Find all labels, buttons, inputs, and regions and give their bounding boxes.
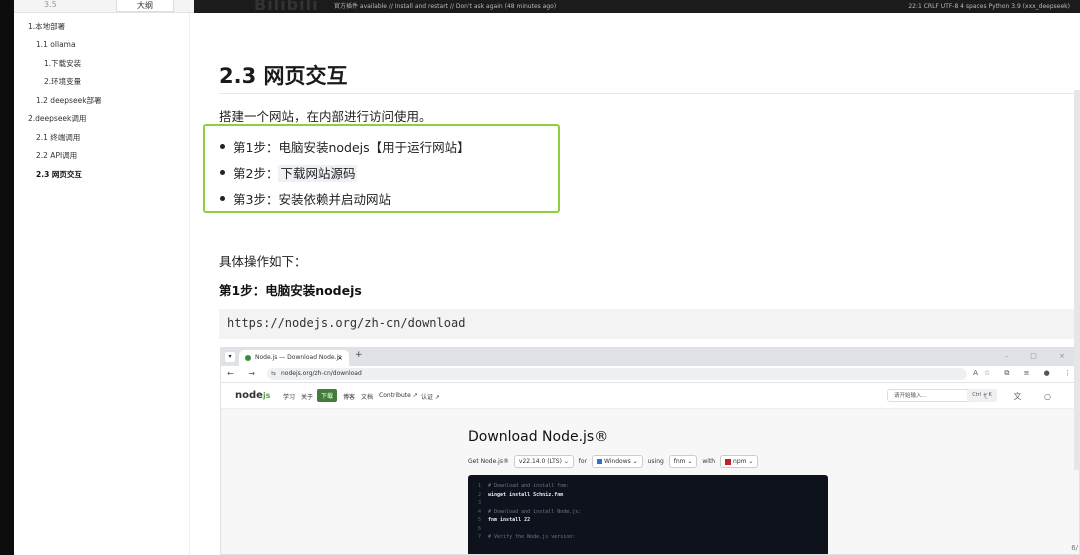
nav-link[interactable]: 博客 — [343, 392, 355, 401]
pkg-select[interactable]: npm ⌄ — [720, 455, 759, 468]
toc-item[interactable]: 1.下载安装 — [44, 58, 81, 69]
nav-link[interactable]: 关于 — [301, 392, 313, 401]
code-url[interactable]: https://nodejs.org/zh-cn/download — [227, 316, 465, 330]
bullet-icon — [220, 170, 225, 175]
step-item: 第3步：安装依赖并启动网站 — [220, 189, 391, 208]
document-view: 2.3 网页交互 搭建一个网站，在内部进行访问使用。 第1步：电脑安装nodej… — [190, 13, 1080, 555]
close-tab-icon[interactable]: × — [337, 350, 343, 366]
toc-item[interactable]: 1.2 deepseek部署 — [36, 95, 102, 106]
nav-link[interactable]: 文档 — [361, 392, 373, 401]
browser-address-bar: ← → C ⇆ nodejs.org/zh-cn/download A☆ ⧉ ≡… — [221, 366, 1079, 383]
download-title: Download Node.js® — [468, 429, 609, 445]
browser-tab-title: Node.js — Download Node.js — [255, 354, 342, 361]
browser-toolbar-icons[interactable]: A☆ ⧉ ≡ ● ⋮ — [973, 369, 1077, 378]
version-select[interactable]: v22.14.0 (LTS) ⌄ — [513, 455, 574, 468]
site-header-icons[interactable]: ☾ 文 ○ — [984, 391, 1061, 402]
terminal-line: 5 fnm install 22 — [478, 517, 531, 523]
step-prefix: 第3步： — [233, 192, 279, 207]
step-text: 安装依赖并启动网站 — [278, 192, 391, 207]
outline-sidebar: 1.本地部署 1.1 ollama 1.下载安装 2.环境变量 1.2 deep… — [14, 13, 190, 555]
for-label: for — [578, 458, 588, 465]
with-label: with — [702, 458, 716, 465]
scrollbar[interactable] — [1074, 90, 1080, 470]
page-counter: 6/ — [1071, 544, 1078, 552]
terminal-line: 3 — [478, 500, 482, 506]
bullet-icon — [220, 144, 225, 149]
get-label: Get Node.js® — [468, 458, 509, 465]
toc-item[interactable]: 1.1 ollama — [36, 40, 76, 49]
nav-link[interactable]: 学习 — [283, 392, 295, 401]
toc-item[interactable]: 1.本地部署 — [28, 21, 65, 32]
site-info-icon[interactable]: ⇆ — [271, 368, 276, 380]
terminal-line: 7 # Verify the Node.js version: — [478, 534, 576, 540]
terminal-line: 2 winget install Schniz.fnm — [478, 491, 564, 498]
bullet-icon — [220, 196, 225, 201]
toc-item-active[interactable]: 2.3 网页交互 — [36, 169, 82, 180]
code-block[interactable]: https://nodejs.org/zh-cn/download — [219, 309, 1080, 339]
heading-divider — [219, 93, 1080, 94]
toc-item[interactable]: 2.deepseek调用 — [28, 113, 86, 124]
section-heading: 2.3 网页交互 — [219, 64, 348, 88]
toc-item[interactable]: 2.1 终端调用 — [36, 132, 80, 143]
step-prefix: 第2步： — [233, 166, 279, 181]
install-terminal-snippet: 1 # Download and install fnm: 2 winget ins… — [468, 475, 828, 554]
browser-tabbar: ▾ Node.js — Download Node.js × + – □ × — [221, 348, 1079, 366]
step-text-highlighted: 下载网站源码 — [278, 165, 358, 182]
download-options-row: Get Node.js® v22.14.0 (LTS) ⌄ for Window… — [468, 455, 761, 468]
step1-heading: 第1步：电脑安装nodejs — [219, 283, 362, 298]
nodejs-download-page: Download Node.js® Get Node.js® v22.14.0 … — [221, 409, 1079, 554]
status-bar: Bilibili 官方插件 available // Install and r… — [194, 0, 1080, 13]
status-info: 22:1 CRLF UTF-8 4 spaces Python 3.9 (xxx… — [908, 3, 1070, 10]
nodejs-logo[interactable]: nodejs — [235, 390, 270, 401]
os-select[interactable]: Windows ⌄ — [591, 455, 643, 468]
bilibili-watermark: Bilibili — [254, 0, 319, 13]
intro-paragraph: 搭建一个网站，在内部进行访问使用。 — [219, 109, 432, 124]
windows-icon — [596, 459, 602, 464]
status-message[interactable]: 官方插件 available // Install and restart //… — [334, 0, 556, 13]
detail-label: 具体操作如下： — [219, 254, 307, 269]
sidebar-tab-outline[interactable]: 大纲 — [116, 0, 174, 12]
url-field[interactable]: ⇆ nodejs.org/zh-cn/download — [267, 368, 967, 380]
new-tab-icon[interactable]: + — [355, 350, 363, 360]
toc-item[interactable]: 2.2 API调用 — [36, 150, 77, 161]
left-frame — [0, 0, 14, 555]
sidebar-tab-files[interactable]: 3.5 — [44, 0, 57, 9]
toc-item[interactable]: 2.环境变量 — [44, 76, 81, 87]
nodejs-site-nav: nodejs 学习 关于 下载 博客 文档 Contribute ↗ 认证 ↗ … — [221, 383, 1079, 409]
npm-icon — [725, 458, 732, 465]
step-text: 电脑安装nodejs【用于运行网站】 — [278, 140, 470, 155]
step-prefix: 第1步： — [233, 140, 279, 155]
terminal-line: 6 — [478, 525, 482, 532]
manager-select[interactable]: fnm ⌄ — [668, 455, 698, 468]
tab-menu-icon[interactable]: ▾ — [225, 352, 235, 362]
using-label: using — [647, 458, 664, 465]
url-text: nodejs.org/zh-cn/download — [281, 370, 362, 377]
step-item: 第2步： 下载网站源码 — [220, 163, 358, 182]
embedded-browser-screenshot: ▾ Node.js — Download Node.js × + – □ × ←… — [220, 347, 1080, 555]
sidebar-tabbar: 3.5 大纲 — [14, 0, 194, 13]
nav-link[interactable]: Contribute ↗ — [379, 392, 418, 399]
terminal-line: 1 # Download and install fnm: — [478, 483, 570, 489]
browser-tab[interactable]: Node.js — Download Node.js × — [239, 350, 349, 366]
window-controls[interactable]: – □ × — [1005, 352, 1075, 360]
step-item: 第1步：电脑安装nodejs【用于运行网站】 — [220, 137, 470, 156]
terminal-line: 4 # Download and install Node.js: — [478, 508, 582, 515]
nav-link-active[interactable]: 下载 — [317, 389, 338, 402]
nodejs-favicon-icon — [245, 355, 251, 361]
nav-link[interactable]: 认证 ↗ — [421, 392, 440, 401]
